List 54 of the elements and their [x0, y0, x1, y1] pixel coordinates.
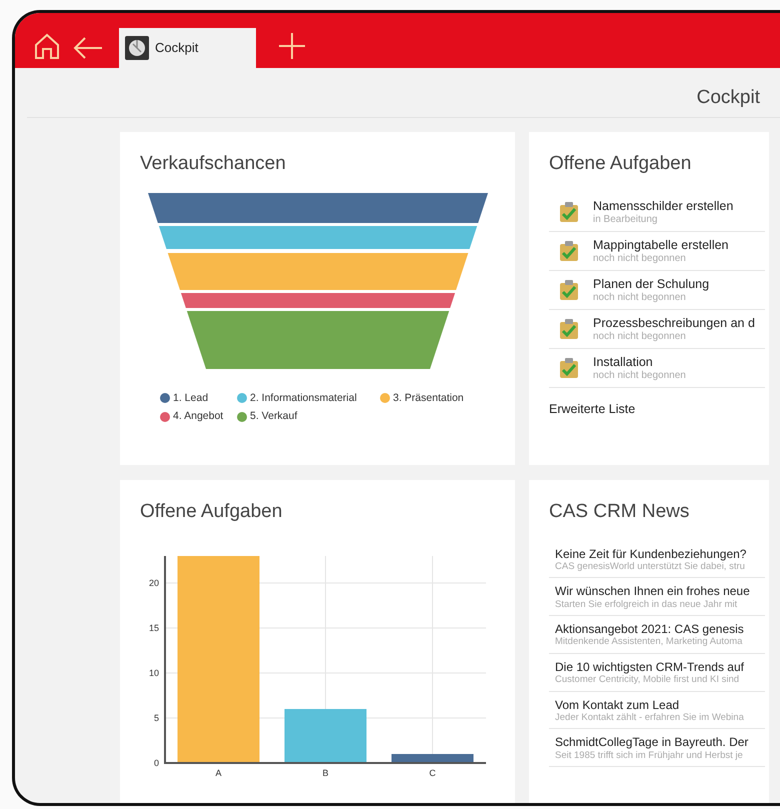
page-title: Cockpit [27, 68, 780, 118]
home-icon [33, 32, 61, 60]
axis-tick-label: 20 [148, 578, 159, 588]
task-status: noch nicht begonnen [593, 252, 687, 264]
news-teaser: Mitdenkende Assistenten, Marketing Automa [555, 636, 744, 648]
news-teaser: Seit 1985 trifft sich im Frühjahr und Herbst je [555, 750, 744, 762]
task-title[interactable]: Namensschilder erstellen [593, 198, 734, 214]
news-title[interactable]: Keine Zeit für Kundenbeziehungen? [555, 546, 746, 561]
axis-tick-label: 0 [154, 758, 159, 768]
back-button[interactable] [73, 36, 103, 60]
axis-tick-label: B [322, 768, 328, 776]
task-status: noch nicht begonnen [593, 292, 687, 304]
news-title[interactable]: SchmidtCollegTage in Bayreuth. Der [555, 735, 748, 750]
task-status: noch nicht begonnen [593, 330, 687, 342]
news-teaser: Jeder Kontakt zählt - erfahren Sie im Webina [555, 712, 745, 724]
card-title: CAS CRM News [549, 500, 690, 524]
legend-label: 1. Lead [173, 390, 208, 406]
legend-label: 5. Verkauf [250, 409, 298, 424]
legend-label: 2. Informationsmaterial [250, 390, 357, 406]
app-logo-icon [125, 36, 149, 60]
clipboard-check-icon [559, 357, 579, 379]
card-title: Offene Aufgaben [549, 152, 692, 176]
task-title[interactable]: Installation [593, 354, 653, 370]
news-title[interactable]: Wir wünschen Ihnen ein frohes neue [555, 584, 750, 599]
axis-tick-label: C [429, 768, 436, 776]
news-title[interactable]: Vom Kontakt zum Lead [555, 698, 680, 712]
back-arrow-icon [73, 36, 103, 60]
task-status: in Bearbeitung [593, 214, 658, 226]
card-title: Offene Aufgaben [140, 500, 284, 524]
news-teaser: Starten Sie erfolgreich in das neue Jahr mit [555, 598, 738, 610]
axis-tick-label: 10 [148, 668, 159, 678]
legend-label: 3. Präsentation [393, 390, 464, 406]
task-title[interactable]: Planen der Schulung [593, 276, 710, 292]
tab[interactable]: Cockpit [119, 28, 256, 68]
axis-tick-label: 5 [154, 712, 159, 722]
home-button[interactable] [33, 32, 61, 60]
task-status: noch nicht begonnen [593, 370, 686, 382]
task-title[interactable]: Prozessbeschreibungen an d [593, 316, 755, 330]
task-title[interactable]: Mappingtabelle erstellen [593, 238, 729, 252]
legend-label: 4. Angebot [173, 409, 224, 424]
card-title: Verkaufschancen [140, 152, 287, 176]
axis-tick-label: A [216, 768, 222, 776]
news-teaser: CAS genesisWorld unterstützt Sie dabei, stru [555, 560, 746, 572]
clipboard-check-icon [559, 279, 579, 301]
clipboard-check-icon [559, 318, 579, 340]
axis-tick-label: 15 [148, 622, 159, 632]
news-title[interactable]: Aktionsangebot 2021: CAS genesis [555, 622, 744, 636]
clipboard-check-icon [559, 240, 579, 262]
plus-icon [278, 32, 306, 60]
more-link[interactable]: Erweiterte Liste [549, 388, 636, 418]
news-title[interactable]: Die 10 wichtigsten CRM-Trends auf [555, 660, 744, 674]
news-teaser: Customer Centricity, Mobile first und KI sind [555, 674, 740, 686]
clipboard-check-icon [559, 201, 579, 223]
new-tab-button[interactable] [278, 32, 306, 60]
